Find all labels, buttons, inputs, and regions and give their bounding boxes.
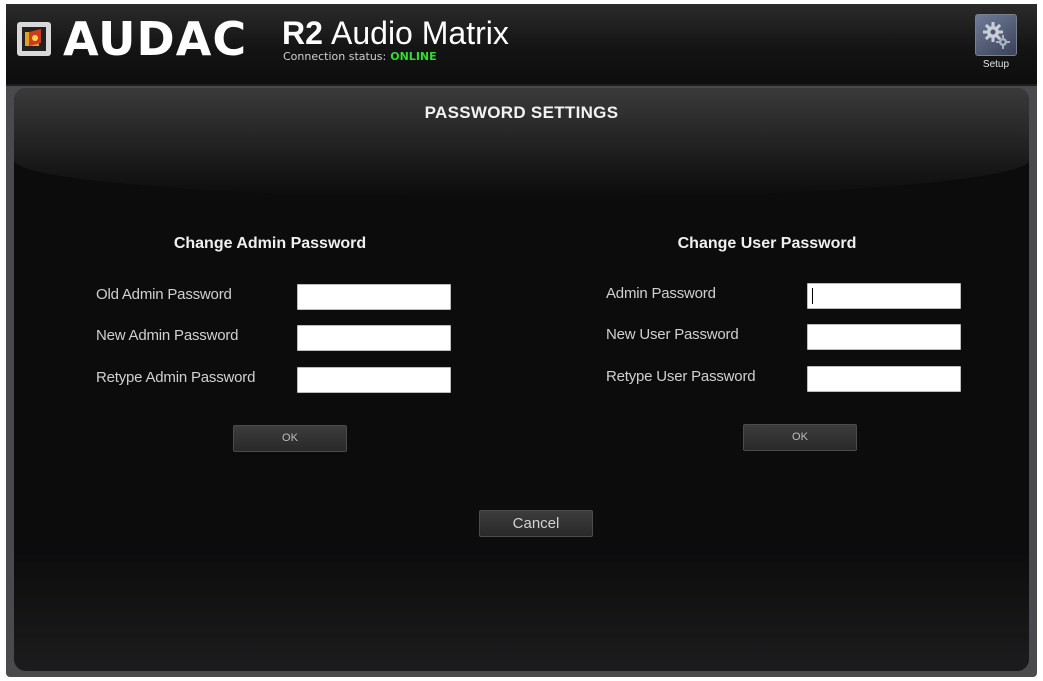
connection-status-value: ONLINE xyxy=(390,50,437,63)
setup-label: Setup xyxy=(982,59,1010,70)
gear-icon xyxy=(975,14,1017,56)
password-settings-panel: PASSWORD SETTINGS Change Admin Password … xyxy=(14,88,1029,671)
old-admin-password-label: Old Admin Password xyxy=(96,286,232,303)
admin-password-input[interactable] xyxy=(807,283,961,309)
model-name: R2 xyxy=(282,15,323,51)
retype-user-password-input[interactable] xyxy=(807,366,961,392)
new-admin-password-input[interactable] xyxy=(297,325,451,351)
new-admin-password-label: New Admin Password xyxy=(96,327,239,344)
user-section-title: Change User Password xyxy=(677,235,857,252)
new-user-password-input[interactable] xyxy=(807,324,961,350)
connection-status: Connection status: ONLINE xyxy=(283,50,437,64)
panel-footer-shade xyxy=(14,551,1029,671)
retype-admin-password-label: Retype Admin Password xyxy=(96,369,256,386)
connection-status-label: Connection status: xyxy=(283,50,387,63)
new-user-password-label: New User Password xyxy=(606,326,739,343)
app-window: AUDAC R2 Audio Matrix Connection status:… xyxy=(6,4,1037,677)
admin-section-title: Change Admin Password xyxy=(173,235,367,252)
brand-name: AUDAC xyxy=(63,12,248,66)
header-bar: AUDAC R2 Audio Matrix Connection status:… xyxy=(6,4,1037,86)
setup-button[interactable]: Setup xyxy=(972,14,1020,76)
user-ok-button[interactable]: OK xyxy=(743,424,857,451)
old-admin-password-input[interactable] xyxy=(297,284,451,310)
text-caret xyxy=(812,288,813,304)
admin-ok-button[interactable]: OK xyxy=(233,425,347,452)
cancel-button[interactable]: Cancel xyxy=(479,510,593,537)
page-title: PASSWORD SETTINGS xyxy=(424,103,619,122)
product-name: Audio Matrix xyxy=(331,15,509,51)
admin-password-label: Admin Password xyxy=(606,285,716,302)
retype-user-password-label: Retype User Password xyxy=(606,368,756,385)
audac-logo-icon xyxy=(17,22,51,56)
retype-admin-password-input[interactable] xyxy=(297,367,451,393)
